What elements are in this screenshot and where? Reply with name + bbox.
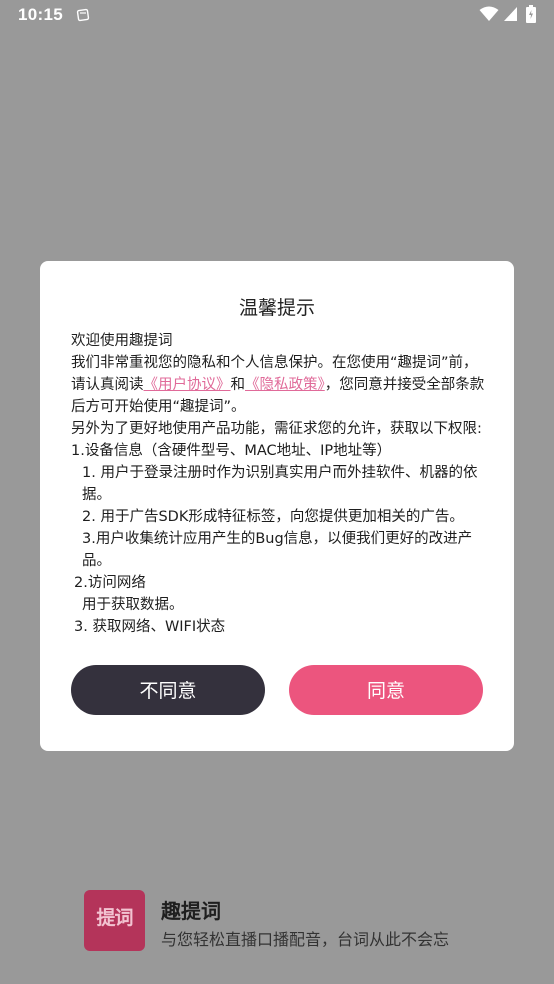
dialog-content-scroll[interactable]: 欢迎使用趣提词 我们非常重视您的隐私和个人信息保护。在您使用“趣提词”前，请认真… bbox=[71, 330, 487, 650]
app-name: 趣提词 bbox=[161, 899, 221, 923]
status-time: 10:15 bbox=[18, 5, 63, 24]
notification-icon bbox=[76, 8, 90, 22]
user-agreement-link[interactable]: 《用户协议》 bbox=[144, 377, 231, 393]
welcome-text: 欢迎使用趣提词 bbox=[71, 333, 173, 349]
permission-intro: 另外为了更好地使用产品功能，需征求您的允许，获取以下权限: bbox=[71, 421, 482, 437]
disagree-button[interactable]: 不同意 bbox=[71, 665, 265, 715]
section-device-info-title: 1.设备信息（含硬件型号、MAC地址、IP地址等） bbox=[71, 443, 392, 459]
wifi-icon bbox=[479, 6, 499, 21]
section-network-title: 2.访问网络 bbox=[74, 575, 146, 591]
agree-button[interactable]: 同意 bbox=[289, 665, 483, 715]
app-branding: 提词 趣提词 与您轻松直播口播配音，台词从此不会忘 bbox=[84, 890, 524, 954]
privacy-intro: 我们非常重视您的隐私和个人信息保护。在您使用“趣提词”前，请认真阅读《用户协议》… bbox=[71, 352, 487, 418]
and-text: 和 bbox=[230, 377, 246, 393]
app-logo: 提词 bbox=[84, 890, 145, 951]
privacy-dialog: 温馨提示 欢迎使用趣提词 我们非常重视您的隐私和个人信息保护。在您使用“趣提词”… bbox=[40, 261, 514, 751]
app-slogan: 与您轻松直播口播配音，台词从此不会忘 bbox=[161, 930, 450, 949]
section-device-info-item-1: 1. 用户于登录注册时作为识别真实用户而外挂软件、机器的依据。 bbox=[82, 465, 478, 503]
privacy-policy-link[interactable]: 《隐私政策》 bbox=[245, 377, 325, 393]
battery-icon bbox=[526, 5, 536, 23]
section-network-item-1: 用于获取数据。 bbox=[82, 597, 184, 613]
signal-icon bbox=[504, 7, 517, 21]
dialog-title: 温馨提示 bbox=[238, 297, 315, 319]
status-bar: 10:15 bbox=[0, 0, 554, 30]
app-logo-text: 提词 bbox=[96, 907, 133, 929]
section-network-state-title: 3. 获取网络、WIFI状态 bbox=[74, 619, 226, 635]
section-device-info-item-2: 2. 用于广告SDK形成特征标签，向您提供更加相关的广告。 bbox=[82, 509, 464, 525]
section-device-info-item-3: 3.用户收集统计应用产生的Bug信息，以便我们更好的改进产品。 bbox=[82, 531, 473, 569]
